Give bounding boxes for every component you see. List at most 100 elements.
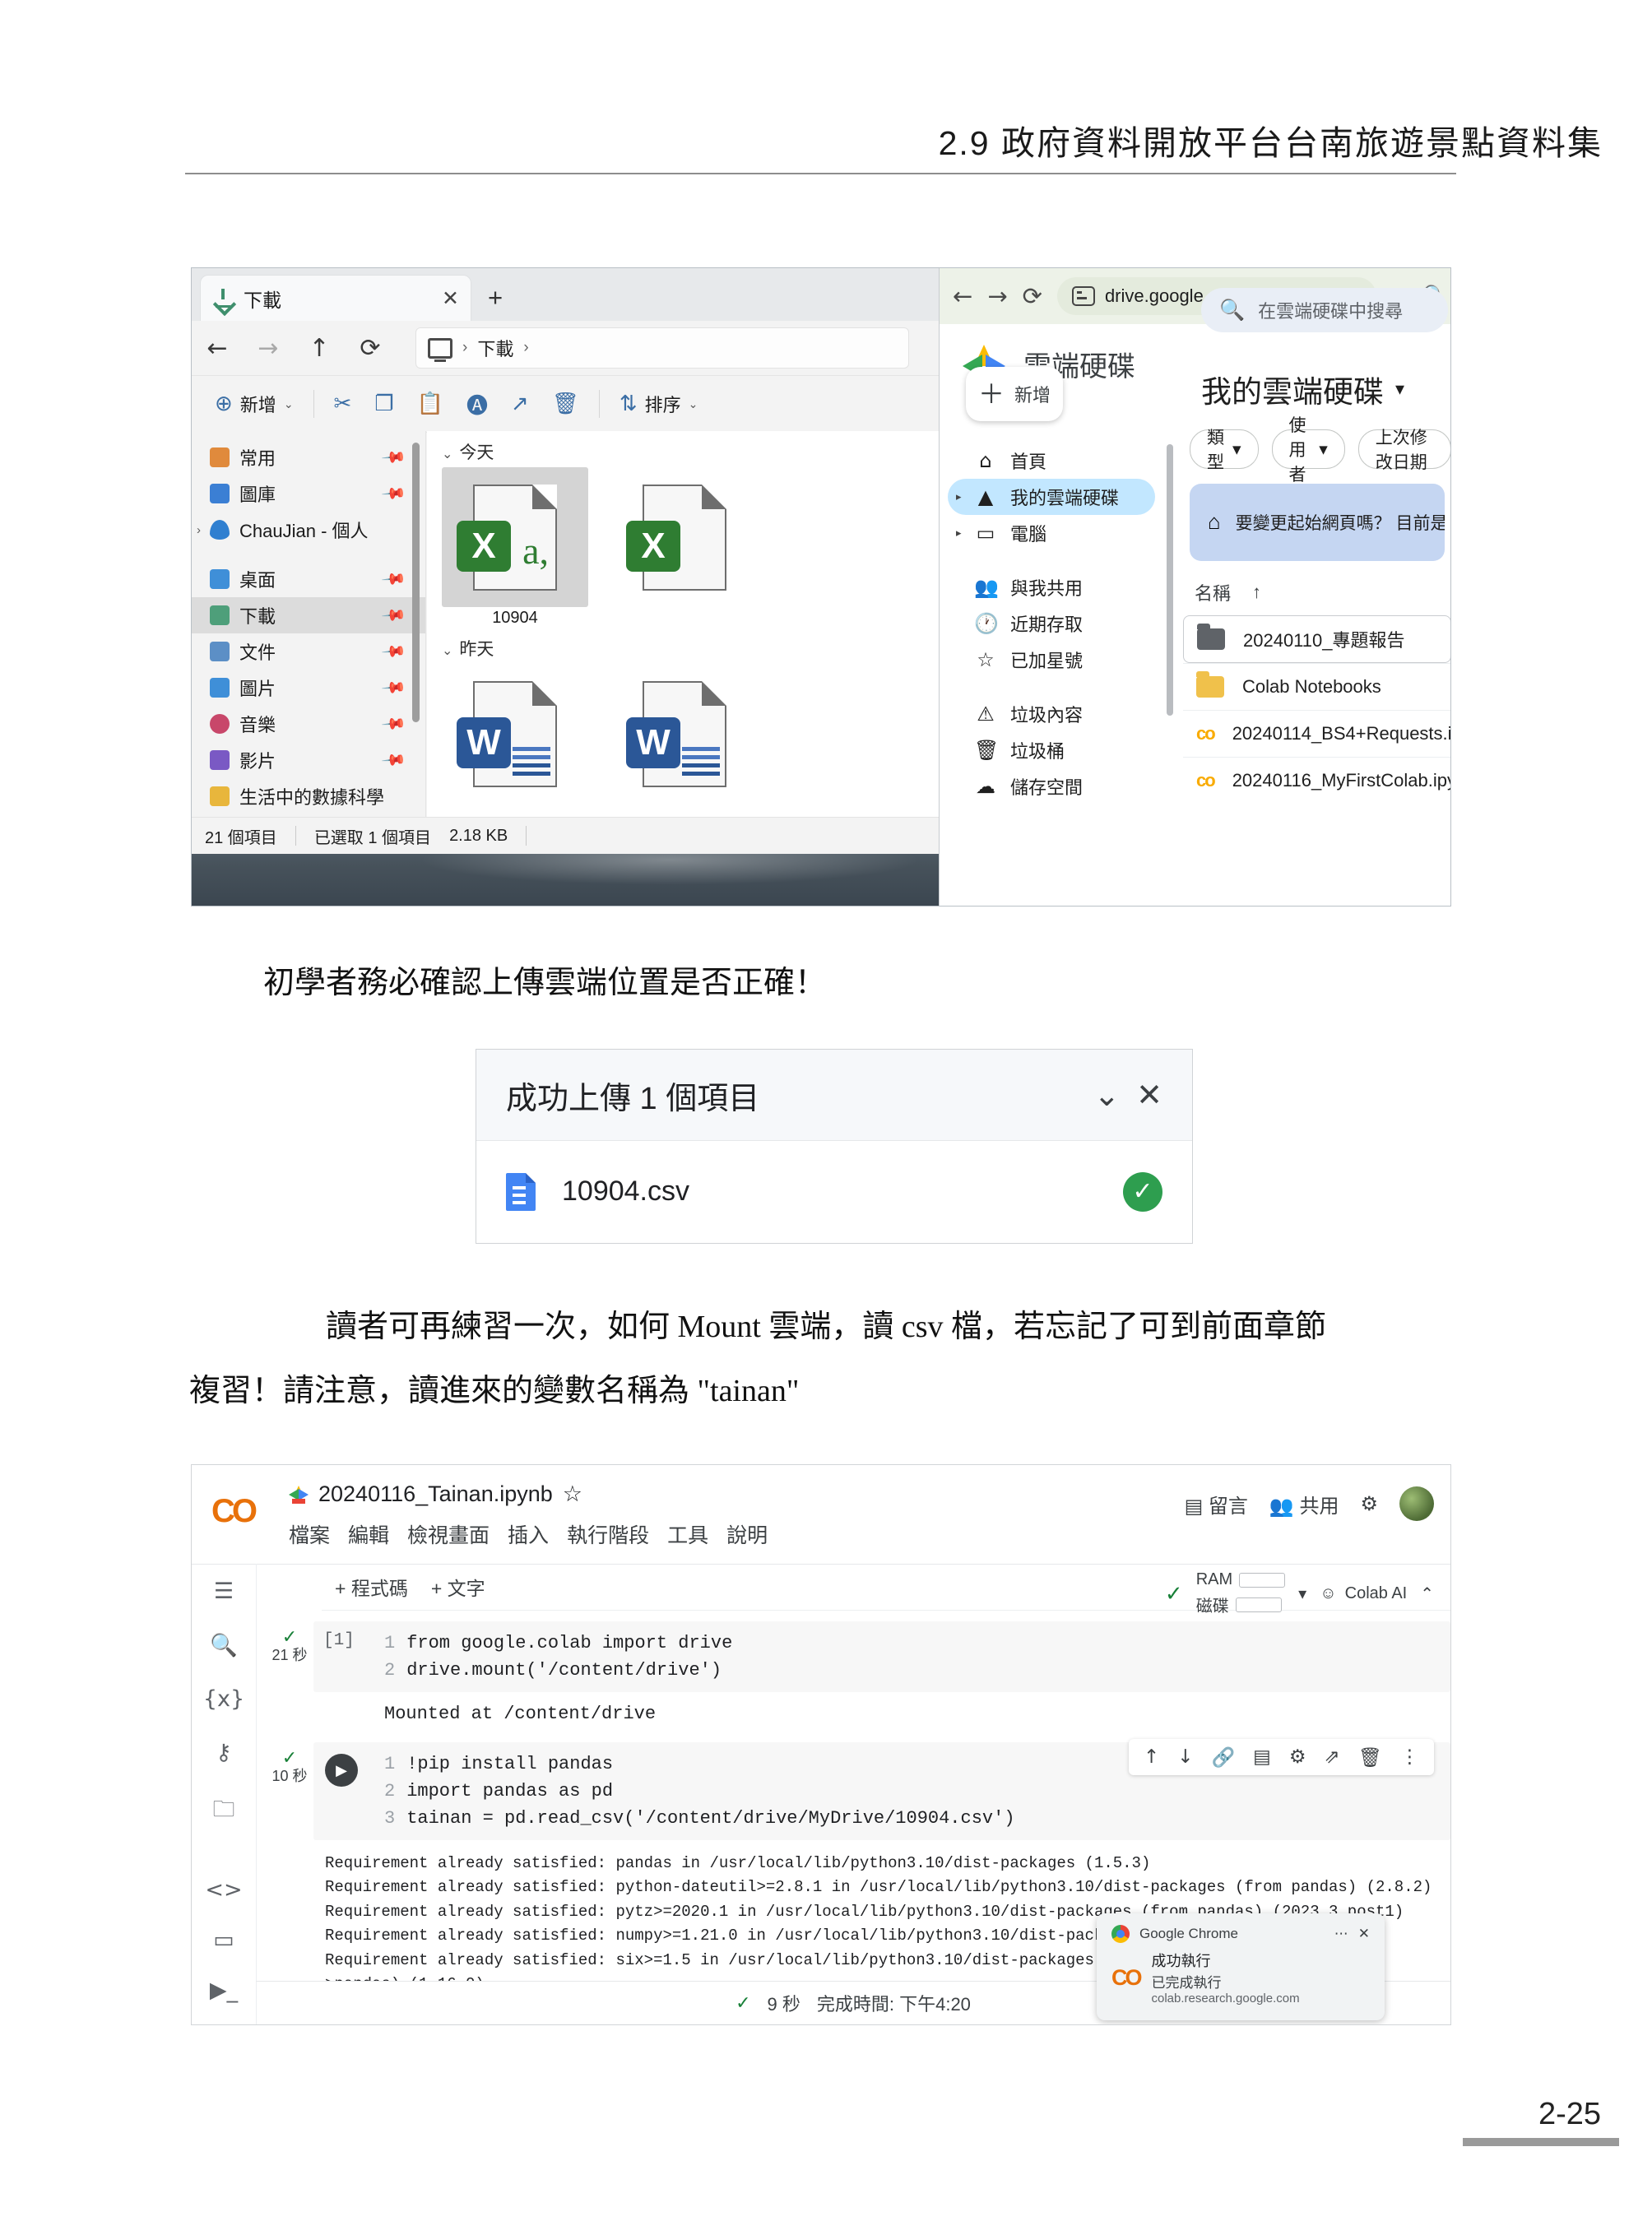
new-button[interactable]: ⊕ 新增 ⌄	[205, 383, 304, 424]
chevron-right-icon[interactable]: ▸	[956, 490, 962, 503]
address-bar[interactable]: › 下載 ›	[415, 327, 909, 369]
sidebar-item-videos[interactable]: 影片 📌	[192, 742, 425, 778]
move-down-icon[interactable]: ↓	[1177, 1746, 1193, 1768]
menu-file[interactable]: 檔案	[289, 1519, 330, 1549]
sidebar-item-my-drive[interactable]: ▸ ▲ 我的雲端硬碟	[948, 479, 1155, 515]
paste-button[interactable]: 📋	[407, 383, 453, 424]
drive-search-input[interactable]: 🔍 在雲端硬碟中搜尋	[1201, 288, 1448, 332]
avatar[interactable]	[1399, 1486, 1434, 1521]
menu-runtime[interactable]: 執行階段	[567, 1519, 649, 1549]
filter-chip-people[interactable]: 使用者 ▾	[1271, 416, 1345, 485]
secrets-key-icon[interactable]: ⚷	[216, 1740, 232, 1765]
table-row[interactable]: 20240110_專題報告	[1183, 615, 1450, 663]
sidebar-item-onedrive[interactable]: › ChauJian - 個人	[192, 512, 425, 548]
sidebar-item-recent[interactable]: 🕐 近期存取	[948, 605, 1155, 642]
new-tab-button[interactable]: +	[488, 283, 503, 313]
sidebar-item-gallery[interactable]: 圖庫 📌	[192, 475, 425, 512]
link-icon[interactable]: 🔗	[1212, 1746, 1236, 1769]
pin-icon[interactable]: 📌	[380, 443, 408, 471]
up-icon[interactable]: ↑	[294, 321, 345, 375]
code-cell-box[interactable]: [1] 1 from google.colab import drive 2 dri…	[313, 1621, 1450, 1692]
command-palette-icon[interactable]: ▭	[213, 1927, 234, 1953]
share-button[interactable]: ↗	[501, 383, 539, 424]
menu-help[interactable]: 說明	[726, 1519, 768, 1549]
reload-icon[interactable]: ⟳	[1023, 282, 1042, 310]
pin-icon[interactable]: 📌	[380, 601, 408, 629]
code-cell-box[interactable]: ▶ ↑ ↓ 🔗 ▤ ⚙ ⇗ 🗑 ⋮ 1 !pip install pandas 2…	[313, 1739, 1450, 1840]
add-text-cell-button[interactable]: + 文字	[431, 1573, 485, 1601]
group-header-yesterday[interactable]: ⌄ 昨天	[442, 636, 939, 661]
pin-icon[interactable]: 📌	[380, 674, 408, 702]
run-cell-button[interactable]: ▶	[325, 1754, 358, 1787]
copy-button[interactable]: ❐	[364, 383, 403, 424]
code-snippets-icon[interactable]: <>	[205, 1877, 242, 1903]
chrome-notification[interactable]: Google Chrome ⋯ ✕ CO 成功執行 已完成執行 colab.re…	[1097, 1913, 1385, 2020]
sidebar-item-datascience-folder[interactable]: 生活中的數據科學	[192, 778, 425, 814]
cut-button[interactable]: ✂	[324, 383, 362, 424]
forward-icon[interactable]: →	[243, 321, 294, 375]
pin-icon[interactable]: 📌	[380, 638, 408, 665]
settings-gear-icon[interactable]: ⚙	[1289, 1746, 1306, 1768]
pin-icon[interactable]: 📌	[380, 480, 408, 508]
forward-icon[interactable]: →	[987, 282, 1007, 310]
rename-button[interactable]: 🅐	[457, 383, 498, 424]
notebook-title-row[interactable]: 20240116_Tainan.ipynb ☆	[289, 1481, 582, 1507]
explorer-tab-downloads[interactable]: 下載 ✕	[200, 275, 471, 321]
drive-sidebar-scrollbar[interactable]	[1167, 444, 1173, 716]
share-button[interactable]: 👥 共用	[1269, 1490, 1339, 1519]
refresh-icon[interactable]: ⟳	[345, 321, 396, 375]
file-tile[interactable]: X	[611, 467, 758, 628]
file-list-column-header[interactable]: 名稱 ↑	[1183, 561, 1450, 615]
close-icon[interactable]: ✕	[1358, 1926, 1370, 1942]
table-row[interactable]: co 20240114_BS4+Requests.ipynb 👥	[1183, 710, 1450, 757]
sidebar-item-computers[interactable]: ▸ ▭ 電腦	[948, 515, 1155, 551]
delete-button[interactable]: 🗑	[542, 383, 589, 424]
move-up-icon[interactable]: ↑	[1144, 1746, 1159, 1768]
variables-icon[interactable]: {x}	[203, 1686, 244, 1712]
colab-ai-button[interactable]: ☺ Colab AI	[1320, 1584, 1407, 1603]
open-new-tab-icon[interactable]: ⇗	[1325, 1746, 1340, 1768]
menu-edit[interactable]: 編輯	[348, 1519, 389, 1549]
files-folder-icon[interactable]: 🗀	[213, 1793, 235, 1831]
chevron-down-icon[interactable]: ▾	[1298, 1584, 1306, 1604]
sidebar-item-music[interactable]: 音樂 📌	[192, 706, 425, 742]
collapse-icon[interactable]: ⌃	[1420, 1584, 1434, 1604]
chevron-down-icon[interactable]: ▾	[1395, 378, 1404, 400]
chevron-down-icon[interactable]: ⌄	[1093, 1077, 1120, 1113]
sidebar-item-starred[interactable]: ☆ 已加星號	[948, 642, 1155, 678]
search-icon[interactable]: 🔍	[210, 1632, 238, 1658]
pin-icon[interactable]: 📌	[380, 710, 408, 738]
comment-button[interactable]: ▤ 留言	[1185, 1490, 1248, 1519]
menu-tools[interactable]: 工具	[667, 1519, 708, 1549]
sidebar-item-shared-with-me[interactable]: 👥 與我共用	[948, 569, 1155, 605]
drive-new-button[interactable]: ＋ 新增	[966, 367, 1063, 421]
sidebar-item-home[interactable]: 常用 📌	[192, 439, 425, 475]
pin-icon[interactable]: 📌	[380, 565, 408, 593]
sort-button[interactable]: ⇅ 排序 ⌄	[610, 383, 708, 424]
sidebar-item-downloads[interactable]: 下載 📌	[192, 597, 425, 633]
file-tile[interactable]: W	[442, 664, 588, 804]
sidebar-item-desktop[interactable]: 桌面 📌	[192, 561, 425, 597]
upload-toast-item[interactable]: 10904.csv ✓	[476, 1141, 1192, 1242]
menu-view[interactable]: 檢視畫面	[407, 1519, 490, 1549]
sidebar-item-documents[interactable]: 文件 📌	[192, 633, 425, 670]
table-row[interactable]: co 20240116_MyFirstColab.ipynb	[1183, 757, 1450, 804]
site-info-icon[interactable]	[1071, 286, 1095, 306]
back-icon[interactable]: ←	[192, 321, 243, 375]
sidebar-item-home[interactable]: ⌂ 首頁	[948, 443, 1155, 479]
comment-icon[interactable]: ▤	[1253, 1746, 1271, 1768]
breadcrumb-downloads[interactable]: 下載	[477, 335, 513, 361]
toc-icon[interactable]: ☰	[214, 1579, 234, 1604]
drive-page-title-row[interactable]: 我的雲端硬碟 ▾	[1201, 367, 1404, 411]
table-row[interactable]: Colab Notebooks	[1183, 663, 1450, 710]
explorer-scrollbar[interactable]	[412, 443, 420, 722]
terminal-icon[interactable]: ▶_	[210, 1978, 238, 2003]
pin-icon[interactable]: 📌	[380, 746, 408, 774]
chevron-right-icon[interactable]: ›	[197, 523, 201, 537]
group-header-today[interactable]: ⌄ 今天	[442, 439, 939, 464]
file-tile[interactable]: X a, 10904	[442, 467, 588, 628]
add-code-cell-button[interactable]: + 程式碼	[335, 1573, 408, 1601]
back-icon[interactable]: ←	[953, 282, 972, 310]
star-icon[interactable]: ☆	[563, 1481, 582, 1507]
more-icon[interactable]: ⋮	[1400, 1746, 1419, 1768]
